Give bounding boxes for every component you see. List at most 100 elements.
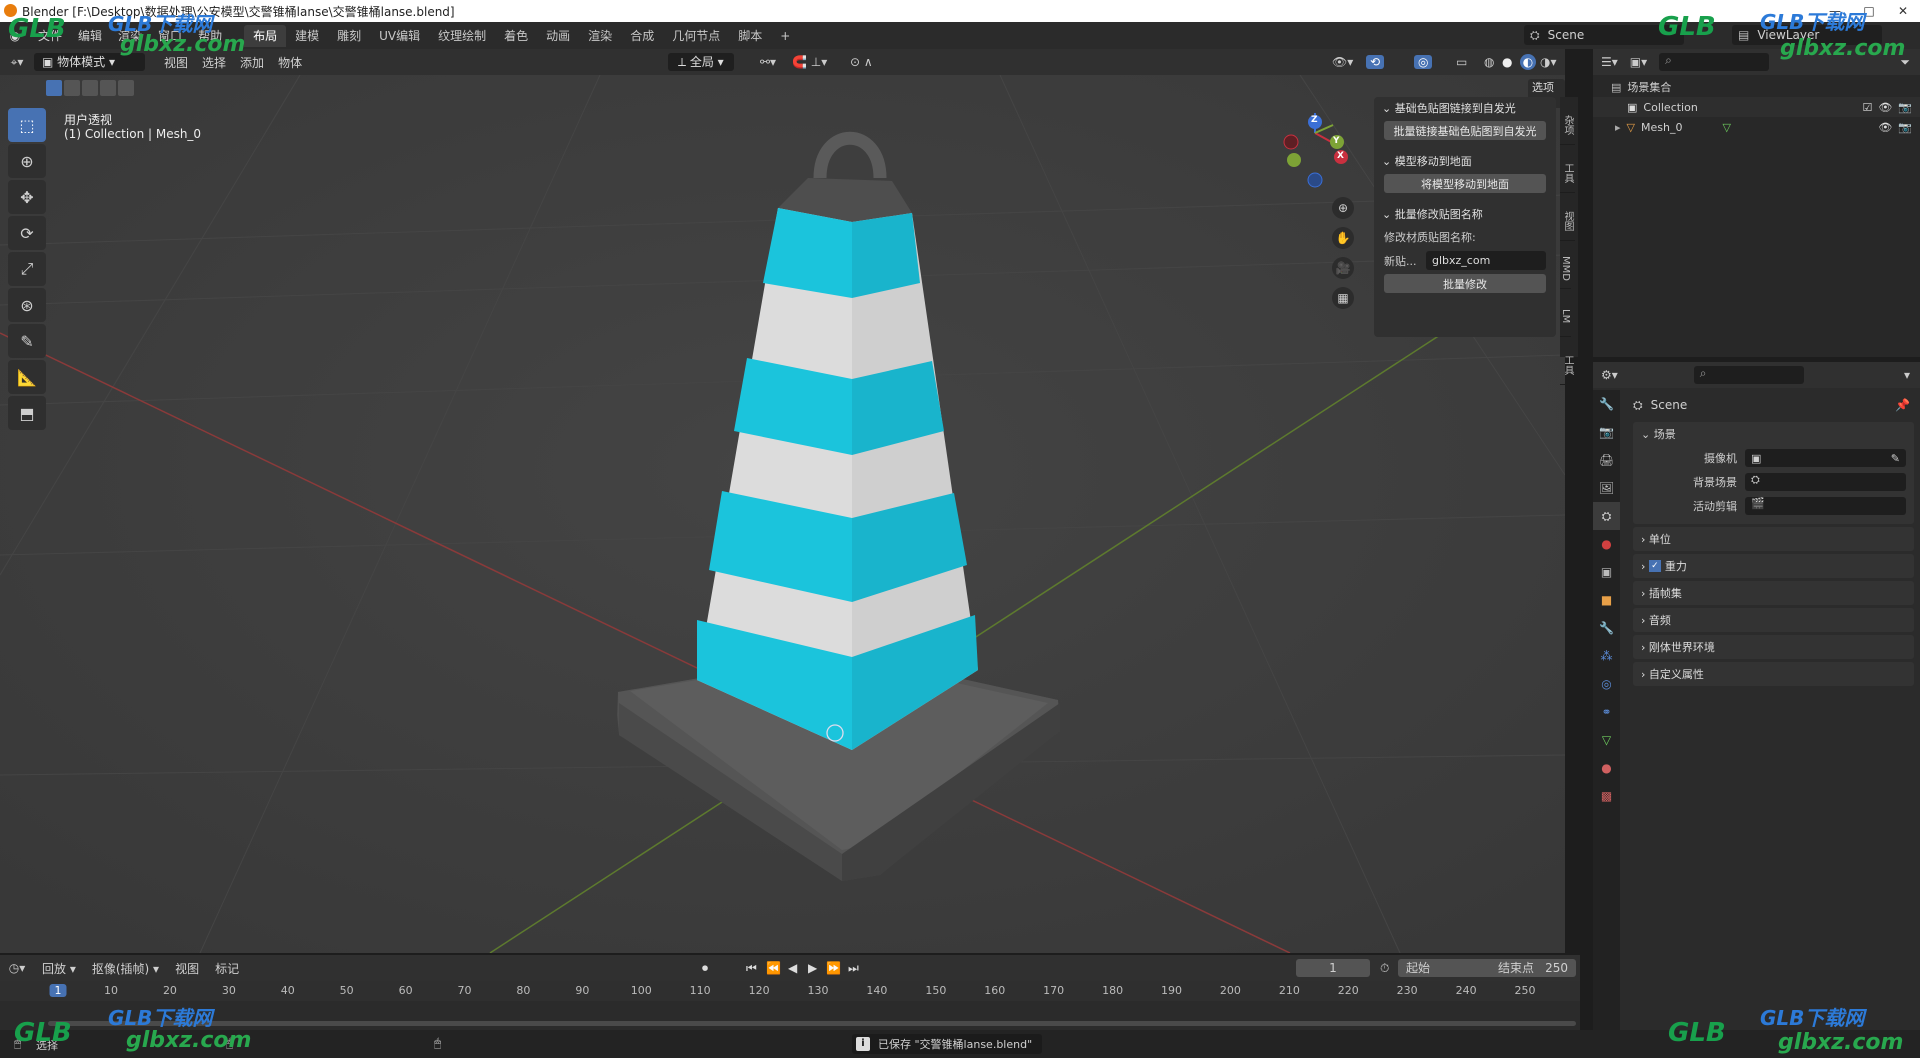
- sidebar-tab-tool[interactable]: 工具: [1560, 145, 1575, 193]
- tab-rendering[interactable]: 渲染: [579, 25, 621, 47]
- pan-icon[interactable]: ✋: [1332, 227, 1354, 249]
- 3d-viewport[interactable]: Z Y X 用户透视 (1) Collection | Mesh_0 ⊕ ✋ 🎥…: [0, 75, 1565, 953]
- shading-material-icon[interactable]: ◐: [1520, 54, 1536, 70]
- perspective-icon[interactable]: ▦: [1332, 287, 1354, 309]
- add-cube-icon[interactable]: ⬒: [8, 396, 46, 430]
- sidebar-tab-view[interactable]: 视图: [1560, 193, 1575, 241]
- timeline-view-menu[interactable]: 视图: [167, 960, 207, 977]
- annotate-icon[interactable]: ✎: [8, 324, 46, 358]
- eye-icon[interactable]: 👁: [1878, 101, 1892, 114]
- keying-sets-panel[interactable]: › 插帧集: [1633, 581, 1914, 605]
- tab-geometry-nodes[interactable]: 几何节点: [663, 25, 729, 47]
- scene-section[interactable]: ⌄ 场景: [1633, 422, 1914, 446]
- outliner-editor-icon[interactable]: ☰▾: [1601, 55, 1618, 69]
- units-panel[interactable]: › 单位: [1633, 527, 1914, 551]
- playback-dropdown[interactable]: 回放 ▾: [34, 960, 84, 977]
- shading-wireframe-icon[interactable]: ◍: [1484, 55, 1494, 69]
- properties-editor-icon[interactable]: ⚙▾: [1601, 368, 1618, 382]
- snap-icon[interactable]: 🧲 ⊥▾: [792, 55, 827, 69]
- tab-sculpt[interactable]: 雕刻: [328, 25, 370, 47]
- sidebar-tab-tool2[interactable]: 工具: [1560, 337, 1575, 385]
- menu-object[interactable]: 物体: [271, 54, 309, 71]
- gravity-checkbox[interactable]: ✓: [1648, 560, 1661, 572]
- properties-search-input[interactable]: ⌕: [1693, 366, 1804, 384]
- collection-tab-icon[interactable]: ▣: [1593, 558, 1620, 586]
- tab-layout[interactable]: 布局: [244, 24, 287, 47]
- texture-tab-icon[interactable]: ▩: [1593, 782, 1620, 810]
- next-keyframe-icon[interactable]: ⏩: [826, 961, 841, 975]
- menu-edit[interactable]: 编辑: [70, 27, 110, 44]
- play-reverse-icon[interactable]: ◀: [788, 961, 797, 975]
- close-button[interactable]: ✕: [1886, 0, 1920, 22]
- current-frame-field[interactable]: 1: [1296, 959, 1370, 977]
- transform-icon[interactable]: ⊛: [8, 288, 46, 322]
- batch-link-emission-button[interactable]: 批量链接基础色贴图到自发光: [1384, 121, 1546, 140]
- rigid-body-world-panel[interactable]: › 刚体世界环境: [1633, 635, 1914, 659]
- scene-collection-row[interactable]: ▤ 场景集合: [1593, 77, 1920, 97]
- select-subtract-icon[interactable]: [82, 80, 98, 96]
- xray-icon[interactable]: ▭: [1456, 55, 1467, 69]
- mesh-row[interactable]: ▸ ▽ Mesh_0 ▽ 👁 📷: [1593, 117, 1920, 137]
- end-frame-field[interactable]: 结束点 250: [1490, 959, 1576, 977]
- world-tab-icon[interactable]: ●: [1593, 530, 1620, 558]
- jump-end-icon[interactable]: ⏭: [848, 961, 859, 976]
- eye-icon[interactable]: 👁: [1878, 121, 1892, 134]
- select-extend-icon[interactable]: [64, 80, 80, 96]
- measure-icon[interactable]: 📐: [8, 360, 46, 394]
- audio-panel[interactable]: › 音频: [1633, 608, 1914, 632]
- active-clip-field[interactable]: 🎬: [1745, 497, 1906, 515]
- emission-link-section[interactable]: ⌄ 基础色贴图链接到自发光: [1374, 97, 1556, 119]
- timeline-scrollbar[interactable]: [48, 1021, 1576, 1026]
- custom-properties-panel[interactable]: › 自定义属性: [1633, 662, 1914, 686]
- stopwatch-icon[interactable]: ⏱: [1380, 961, 1389, 976]
- dropdown-icon[interactable]: ▾: [1904, 368, 1910, 382]
- tab-texture-paint[interactable]: 纹理绘制: [429, 25, 495, 47]
- batch-modify-button[interactable]: 批量修改: [1384, 274, 1546, 293]
- pin-icon[interactable]: 📌: [1895, 398, 1910, 412]
- overlay-toggle-icon[interactable]: ◎: [1414, 55, 1433, 69]
- zoom-icon[interactable]: ⊕: [1332, 197, 1354, 219]
- editor-type-icon[interactable]: ⌖▾: [0, 55, 34, 70]
- visibility-icon[interactable]: 👁▾: [1332, 55, 1353, 69]
- play-icon[interactable]: ▶: [808, 961, 817, 975]
- gizmo-toggle-icon[interactable]: ⟲: [1366, 55, 1385, 69]
- tab-animation[interactable]: 动画: [537, 25, 579, 47]
- modifier-tab-icon[interactable]: 🔧: [1593, 614, 1620, 642]
- camera-view-icon[interactable]: 🎥: [1332, 257, 1354, 279]
- jump-start-icon[interactable]: ⏮: [746, 961, 757, 976]
- sidebar-tab-mmd[interactable]: MMD: [1560, 241, 1571, 289]
- pivot-icon[interactable]: ⚯▾: [760, 55, 776, 69]
- object-tab-icon[interactable]: ■: [1593, 586, 1620, 614]
- sidebar-tab-misc[interactable]: 杂项: [1560, 97, 1575, 145]
- timeline-area[interactable]: 1 10 20 30 40 50 60 70 80 90 100 110 120 130 140 150 160…: [0, 981, 1580, 1031]
- constraints-tab-icon[interactable]: ⚭: [1593, 698, 1620, 726]
- record-button[interactable]: ⏺: [702, 961, 708, 976]
- cursor-icon[interactable]: ⊕: [8, 144, 46, 178]
- rename-texture-section[interactable]: ⌄ 批量修改贴图名称: [1374, 203, 1556, 225]
- scale-icon[interactable]: ⤢: [8, 252, 46, 286]
- gravity-panel[interactable]: › ✓ 重力: [1633, 554, 1914, 578]
- select-new-icon[interactable]: [46, 80, 62, 96]
- sidebar-tab-lm[interactable]: LM: [1560, 289, 1571, 337]
- data-tab-icon[interactable]: ▽: [1593, 726, 1620, 754]
- move-to-ground-section[interactable]: ⌄ 模型移动到地面: [1374, 150, 1556, 172]
- select-box-icon[interactable]: ⬚: [8, 108, 46, 142]
- expand-arrow-icon[interactable]: ▸: [1615, 121, 1621, 134]
- camera-field[interactable]: ▣ ✎: [1745, 449, 1906, 467]
- output-tab-icon[interactable]: 🖨: [1593, 446, 1620, 474]
- scene-tab-icon[interactable]: ⛭: [1593, 502, 1620, 530]
- collection-row[interactable]: ▣ Collection ☑ 👁 📷: [1593, 97, 1920, 117]
- background-scene-field[interactable]: ⛭: [1745, 473, 1906, 491]
- tool-tab-icon[interactable]: 🔧: [1593, 390, 1620, 418]
- transform-orientation-dropdown[interactable]: ⟂ 全局 ▾: [668, 53, 734, 71]
- shading-solid-icon[interactable]: ●: [1502, 55, 1512, 69]
- timeline-marker-menu[interactable]: 标记: [207, 960, 247, 977]
- physics-tab-icon[interactable]: ◎: [1593, 670, 1620, 698]
- select-intersect-icon[interactable]: [118, 80, 134, 96]
- new-name-input[interactable]: glbxz_com: [1426, 251, 1546, 270]
- move-icon[interactable]: ✥: [8, 180, 46, 214]
- move-to-ground-button[interactable]: 将模型移动到地面: [1384, 174, 1546, 193]
- timeline-editor-icon[interactable]: ◷▾: [0, 961, 34, 975]
- scene-selector[interactable]: Scene: [1548, 28, 1585, 42]
- checkbox-icon[interactable]: ☑: [1862, 101, 1872, 114]
